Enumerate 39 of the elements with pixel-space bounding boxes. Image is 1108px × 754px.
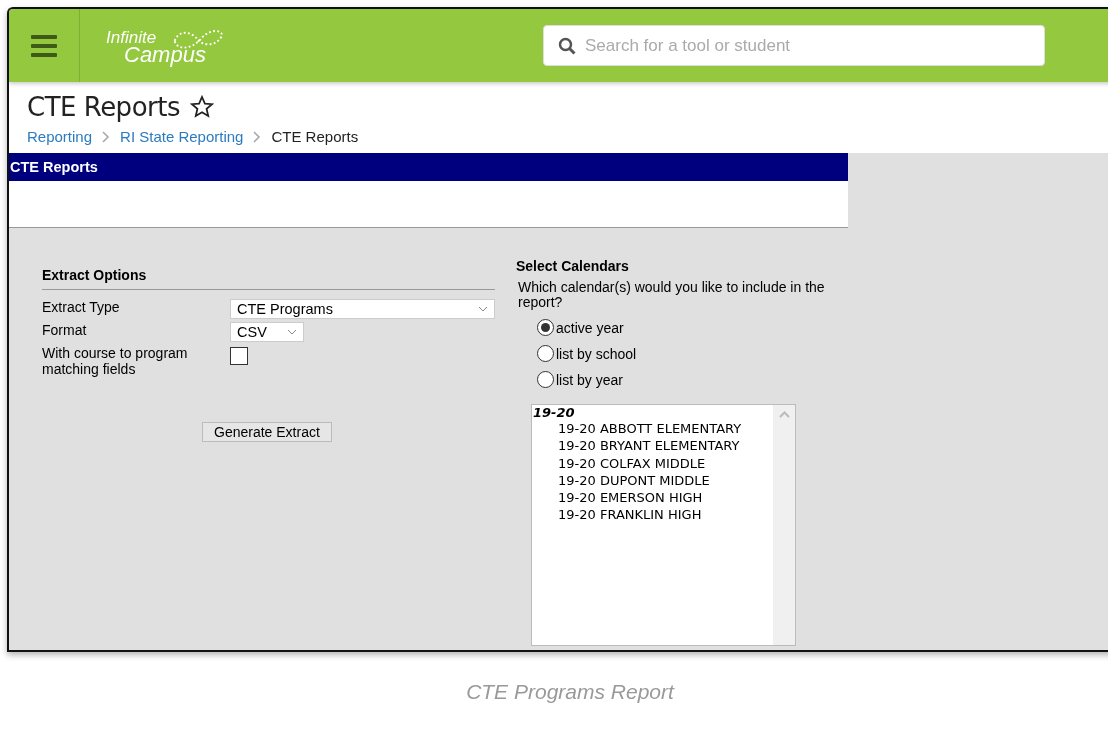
- list-item[interactable]: 19-20 FRANKLIN HIGH: [532, 506, 773, 524]
- field-label: With course to program matching fields: [42, 345, 189, 377]
- generate-extract-button[interactable]: Generate Extract: [202, 422, 332, 442]
- question-text: Which calendar(s) would you like to include in the report?: [518, 280, 826, 310]
- field-label: Extract Type: [42, 299, 121, 315]
- radio-button[interactable]: [537, 371, 554, 388]
- chevron-icon: [102, 130, 111, 143]
- list-group-label: 19-20: [532, 405, 576, 420]
- chevron-icon: [253, 130, 262, 143]
- breadcrumb-link[interactable]: RI State Reporting: [120, 128, 244, 145]
- list-item[interactable]: 19-20 DUPONT MIDDLE: [532, 471, 773, 490]
- figure-caption: CTE Programs Report: [465, 680, 676, 704]
- dropdown[interactable]: CSV: [230, 322, 304, 342]
- radio-label: list by year: [556, 371, 623, 388]
- radio-label: active year: [556, 319, 624, 336]
- list-item[interactable]: 19-20 ABBOTT ELEMENTARY: [532, 420, 773, 438]
- radio-label: list by school: [556, 345, 637, 362]
- list-item[interactable]: 19-20 EMERSON HIGH: [532, 489, 773, 507]
- search-icon: [558, 36, 576, 55]
- scrollbar[interactable]: [773, 405, 795, 645]
- chevron-down-icon: [478, 306, 488, 312]
- dropdown[interactable]: CTE Programs: [230, 299, 495, 319]
- list-item[interactable]: 19-20 COLFAX MIDDLE: [532, 454, 773, 472]
- list-item[interactable]: 19-20 BRYANT ELEMENTARY: [532, 437, 773, 455]
- menu-icon[interactable]: [31, 34, 57, 57]
- field-label: Format: [42, 322, 88, 338]
- panel-header: CTE Reports: [9, 153, 848, 181]
- checkbox[interactable]: [230, 347, 248, 365]
- page-title: CTE Reports: [27, 92, 180, 122]
- search-field[interactable]: Search for a tool or student: [543, 25, 1045, 66]
- chevron-down-icon: [287, 329, 297, 335]
- radio-button[interactable]: [537, 319, 554, 336]
- breadcrumb-link[interactable]: Reporting: [27, 128, 93, 145]
- star-icon[interactable]: [189, 95, 214, 119]
- radio-button[interactable]: [537, 345, 554, 362]
- breadcrumb-current: CTE Reports: [271, 128, 359, 145]
- logo: Infinite Campus: [106, 21, 230, 70]
- section-heading: Select Calendars: [516, 258, 630, 274]
- section-heading: Extract Options: [42, 262, 495, 290]
